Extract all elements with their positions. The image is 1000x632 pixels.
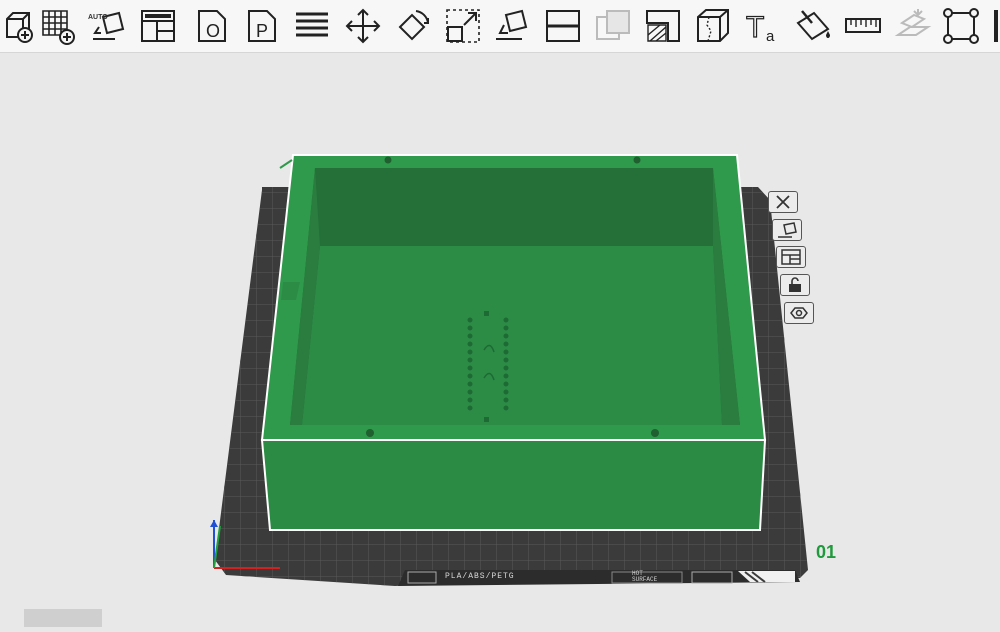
boolean-button[interactable] — [593, 6, 633, 46]
boolean-icon — [596, 10, 630, 40]
plate-mode-label: P — [256, 21, 268, 41]
cut-button[interactable] — [543, 6, 583, 46]
add-plate-button[interactable] — [38, 6, 78, 46]
seam-paint-button[interactable] — [693, 6, 733, 46]
scale-button[interactable] — [443, 6, 483, 46]
measure-button[interactable] — [843, 6, 883, 46]
scale-icon — [446, 9, 480, 43]
object-o-icon: O — [198, 10, 226, 42]
gear-icon — [790, 307, 808, 319]
close-icon — [776, 195, 790, 209]
assembly-button[interactable] — [893, 6, 933, 46]
toolbar-overflow-indicator — [994, 10, 998, 42]
plate-settings-button[interactable] — [784, 302, 814, 324]
move-icon — [345, 8, 381, 44]
cube-plus-icon — [6, 12, 33, 43]
3d-viewport[interactable] — [0, 53, 1000, 627]
plate-buttons — [691, 571, 733, 584]
object-mode-button[interactable]: O — [192, 6, 232, 46]
arrange-button[interactable] — [138, 6, 178, 46]
grid-plus-icon — [42, 10, 75, 45]
arrange-icon — [781, 249, 801, 265]
text-icon: T a — [745, 10, 775, 45]
edit-marker — [279, 159, 293, 169]
paint-bucket-icon — [796, 10, 830, 41]
model-box[interactable] — [260, 154, 767, 531]
plate-mode-button[interactable]: P — [242, 6, 282, 46]
orient-icon — [778, 222, 797, 238]
arrange-plate-button[interactable] — [776, 246, 806, 268]
text-button[interactable]: T a — [743, 6, 783, 46]
object-mode-label: O — [206, 21, 220, 41]
lay-on-face-button[interactable] — [493, 6, 533, 46]
rotate-button[interactable] — [393, 6, 433, 46]
layers-button[interactable] — [292, 6, 332, 46]
main-toolbar: AUTO O P T a — [0, 0, 1000, 53]
layers-icon — [296, 12, 328, 37]
auto-orient-button[interactable]: AUTO — [88, 6, 128, 46]
fit-view-button[interactable] — [941, 6, 981, 46]
orient-plate-button[interactable] — [772, 219, 802, 241]
lay-on-face-icon — [496, 9, 528, 40]
auto-label: AUTO — [88, 14, 108, 21]
auto-orient-icon — [93, 11, 125, 40]
plate-p-icon: P — [248, 10, 276, 42]
plate-surface-label: HOT SURFACE — [632, 571, 657, 583]
add-object-button[interactable] — [0, 6, 40, 46]
ruler-icon — [845, 18, 881, 33]
status-bar-stub — [24, 609, 102, 627]
support-paint-icon — [646, 10, 680, 42]
rotate-icon — [398, 10, 429, 41]
delete-plate-button[interactable] — [768, 191, 798, 213]
plate-surface-line-2: SURFACE — [632, 576, 658, 583]
plate-number: 01 — [816, 542, 837, 562]
frame-icon — [943, 8, 979, 44]
unlock-icon — [789, 277, 801, 292]
scene — [210, 154, 808, 586]
move-button[interactable] — [343, 6, 383, 46]
arrange-icon — [141, 10, 175, 42]
support-paint-button[interactable] — [643, 6, 683, 46]
lock-plate-button[interactable] — [780, 274, 810, 296]
cut-icon — [546, 10, 580, 42]
seam-paint-icon — [697, 9, 729, 42]
text-tool-sublabel: a — [766, 28, 775, 45]
color-paint-button[interactable] — [793, 6, 833, 46]
text-tool-label: T — [746, 11, 764, 44]
plate-filament-label: PLA/ABS/PETG — [445, 572, 515, 581]
assembly-icon — [894, 9, 932, 36]
plate-icons — [407, 571, 437, 584]
